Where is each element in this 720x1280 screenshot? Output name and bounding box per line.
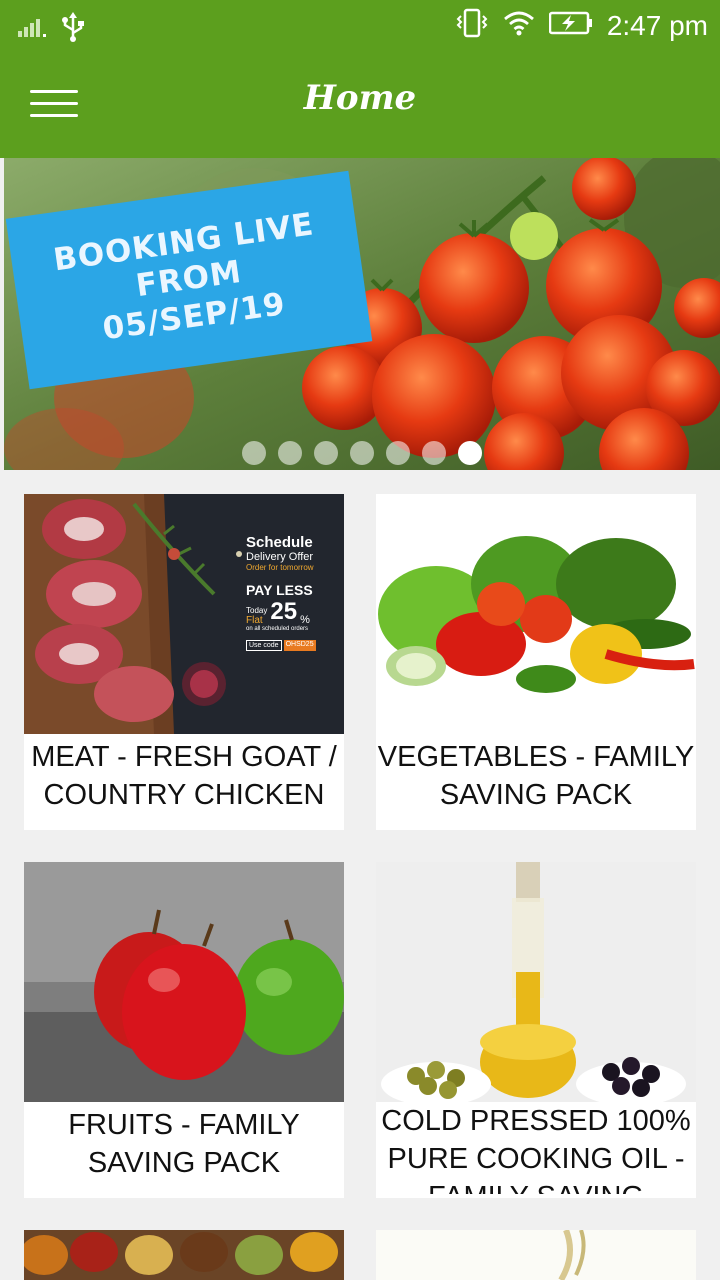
next-product-image <box>376 1230 696 1280</box>
wifi-icon <box>503 10 535 41</box>
promo-scheduled: on all scheduled orders <box>246 626 309 632</box>
carousel-dot[interactable] <box>386 441 410 465</box>
status-left <box>18 12 86 47</box>
promo-flat: Flat <box>246 615 263 626</box>
promo-today: Today <box>246 606 268 615</box>
banner-sign-text: BOOKING LIVE FROM 05/SEP/19 <box>51 206 317 347</box>
meat-image: Schedule Delivery Offer Order for tomorr… <box>24 494 344 734</box>
page-title: Home <box>303 78 417 118</box>
banner-carousel[interactable]: BOOKING LIVE FROM 05/SEP/19 <box>4 158 720 470</box>
promo-percent-sign: % <box>300 614 310 626</box>
promo-code: OHSD25 <box>283 640 316 651</box>
usb-icon <box>60 12 86 47</box>
promo-overlay: Schedule Delivery Offer Order for tomorr… <box>246 534 340 651</box>
carousel-indicators <box>242 441 482 465</box>
status-time: 2:47 pm <box>606 9 708 41</box>
carousel-dot[interactable] <box>242 441 266 465</box>
product-label: VEGETABLES - FAMILY SAVING PACK <box>377 741 695 811</box>
carousel-dot[interactable] <box>422 441 446 465</box>
product-label: FRUITS - FAMILY SAVING PACK <box>68 1109 300 1179</box>
promo-flat-row: Today Flat 25 % <box>246 598 340 626</box>
product-label: COLD PRESSED 100% PURE COOKING OIL - FAM… <box>381 1105 691 1194</box>
promo-delivery: Delivery Offer <box>246 551 314 563</box>
promo-percent-value: 25 <box>270 598 298 625</box>
app-bar: Home <box>0 52 720 158</box>
spices-image <box>24 1230 344 1280</box>
fruits-image <box>24 862 344 1102</box>
promo-code-row: Use code OHSD25 <box>246 640 340 651</box>
carousel-dot[interactable] <box>278 441 302 465</box>
carousel-dot-active[interactable] <box>458 441 482 465</box>
cooking-oil-image <box>376 862 696 1102</box>
promo-order: Order for tomorrow <box>246 563 314 572</box>
product-label: MEAT - FRESH GOAT / COUNTRY CHICKEN <box>31 741 337 811</box>
promo-use-code: Use code <box>246 640 282 651</box>
battery-charging-icon <box>548 11 593 40</box>
product-card-spices[interactable] <box>24 1230 344 1280</box>
promo-schedule: Schedule <box>246 534 313 551</box>
vibrate-icon <box>455 8 489 43</box>
signal-icon <box>18 15 48 44</box>
status-right: 2:47 pm <box>455 8 708 43</box>
product-card-cooking-oil[interactable]: COLD PRESSED 100% PURE COOKING OIL - FAM… <box>376 862 696 1198</box>
vegetables-image <box>376 494 696 734</box>
carousel-dot[interactable] <box>314 441 338 465</box>
status-bar: 2:47 pm <box>0 0 720 52</box>
product-card-meat[interactable]: Schedule Delivery Offer Order for tomorr… <box>24 494 344 830</box>
product-card-next[interactable] <box>376 1230 696 1280</box>
carousel-dot[interactable] <box>350 441 374 465</box>
product-card-vegetables[interactable]: VEGETABLES - FAMILY SAVING PACK <box>376 494 696 830</box>
product-card-fruits[interactable]: FRUITS - FAMILY SAVING PACK <box>24 862 344 1198</box>
promo-payless: PAY LESS <box>246 582 313 598</box>
